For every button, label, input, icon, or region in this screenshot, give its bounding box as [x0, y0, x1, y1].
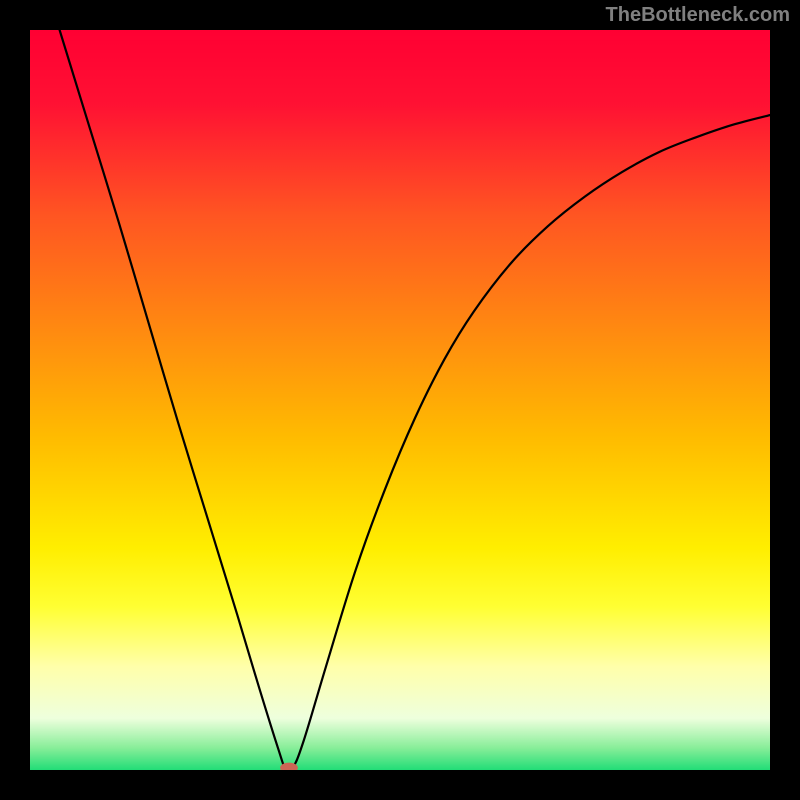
plot-area [30, 30, 770, 770]
gradient-background [30, 30, 770, 770]
chart-svg [30, 30, 770, 770]
chart-container: TheBottleneck.com [0, 0, 800, 800]
watermark-text: TheBottleneck.com [606, 4, 790, 27]
